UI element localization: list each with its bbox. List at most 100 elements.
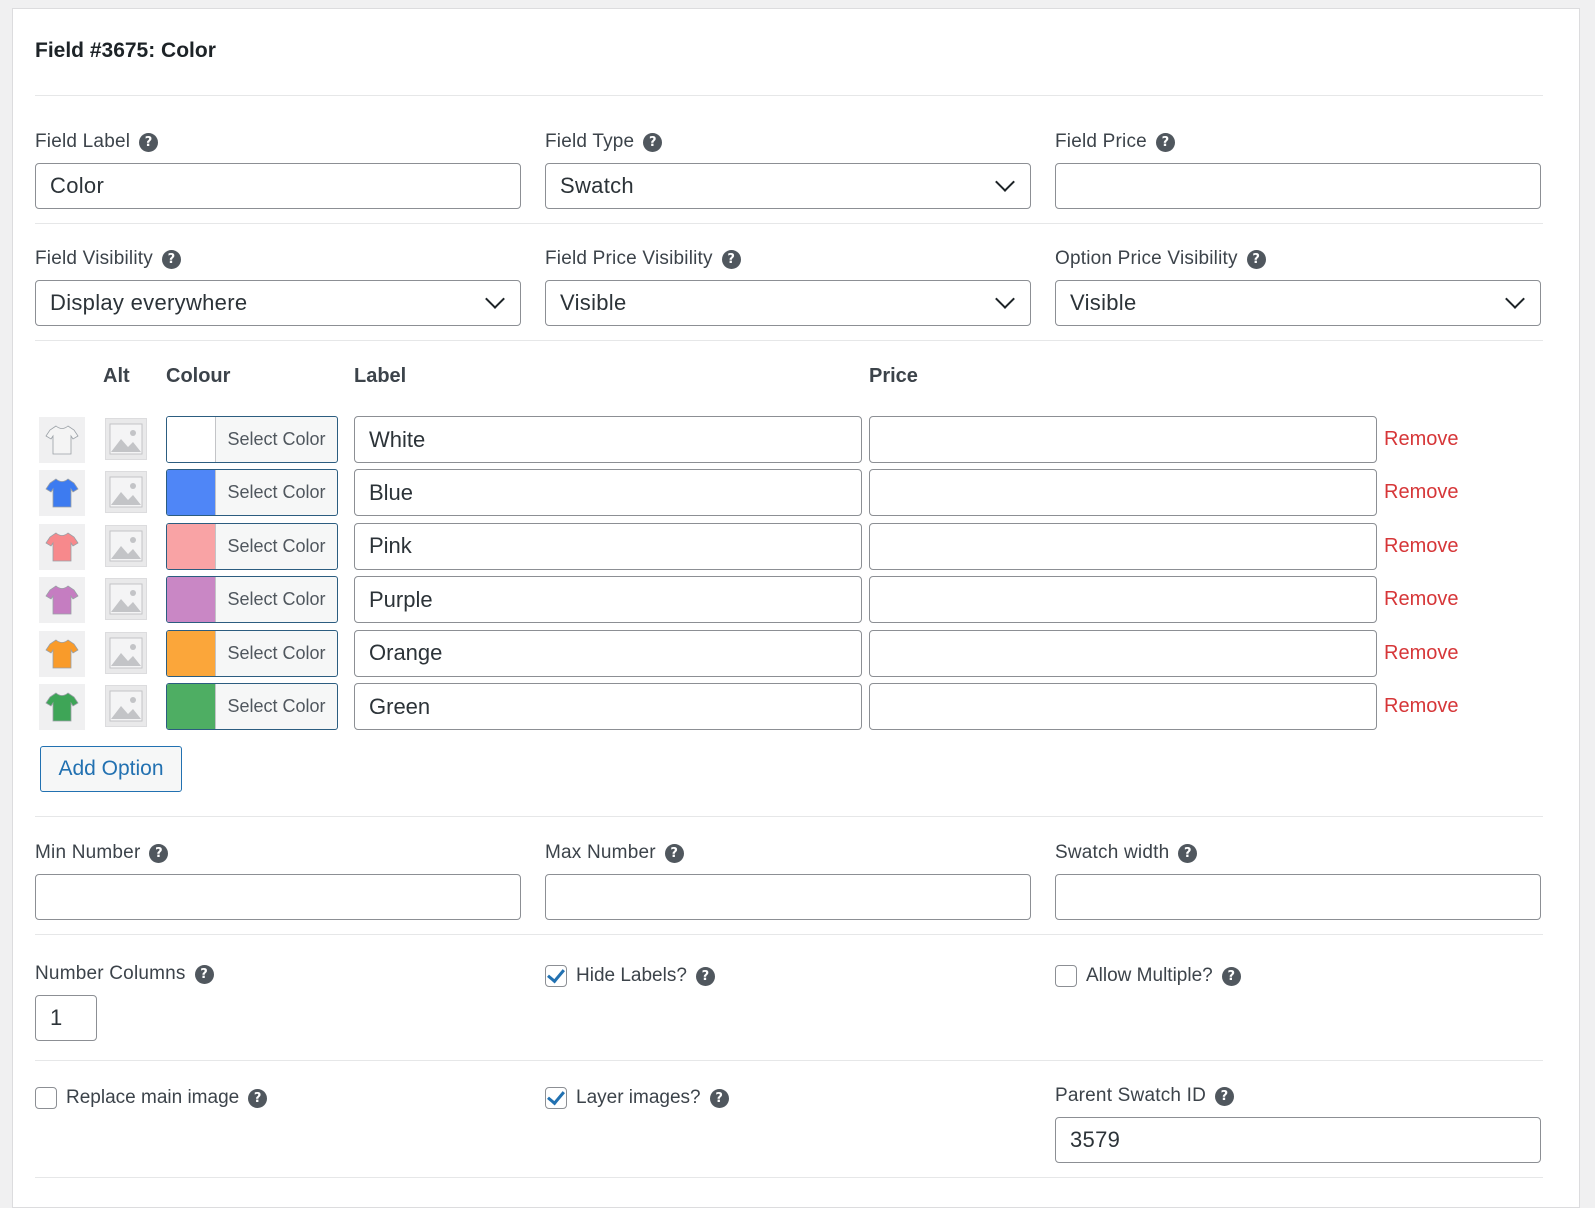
option-price-input[interactable] <box>869 523 1377 570</box>
help-icon[interactable]: ? <box>1215 1087 1234 1106</box>
colour-column-header: Colour <box>166 365 230 388</box>
alt-image-placeholder[interactable] <box>105 525 147 567</box>
remove-option-link[interactable]: Remove <box>1384 695 1458 718</box>
shirt-thumbnail[interactable] <box>39 417 85 463</box>
option-label-input[interactable]: Blue <box>354 469 862 516</box>
swatch-width-label: Swatch width <box>1055 842 1169 864</box>
option-label-input[interactable]: Purple <box>354 576 862 623</box>
parent-swatch-id-input[interactable]: 3579 <box>1055 1117 1541 1163</box>
tshirt-icon <box>44 582 80 618</box>
hide-labels-checkbox[interactable] <box>545 965 567 987</box>
alt-image-placeholder[interactable] <box>105 632 147 674</box>
field-visibility-label: Field Visibility <box>35 248 153 270</box>
select-color-button[interactable]: Select Color <box>166 469 338 516</box>
help-icon[interactable]: ? <box>139 133 158 152</box>
layer-images-group: Layer images? ? <box>545 1083 1031 1113</box>
color-chip <box>167 577 216 622</box>
remove-option-link[interactable]: Remove <box>1384 642 1458 665</box>
field-visibility-heading: Field Visibility? <box>35 246 521 272</box>
field-price-input[interactable] <box>1055 163 1541 209</box>
help-icon[interactable]: ? <box>665 844 684 863</box>
divider <box>35 934 1543 935</box>
shirt-thumbnail[interactable] <box>39 577 85 623</box>
remove-option-link[interactable]: Remove <box>1384 481 1458 504</box>
field-label-heading: Field Label? <box>35 129 521 155</box>
chevron-down-icon <box>1505 289 1525 309</box>
option-price-visibility-select[interactable]: Visible <box>1055 280 1541 326</box>
help-icon[interactable]: ? <box>1178 844 1197 863</box>
replace-main-image-label: Replace main image <box>66 1087 239 1109</box>
help-icon[interactable]: ? <box>696 967 715 986</box>
select-color-button[interactable]: Select Color <box>166 416 338 463</box>
option-price-input[interactable] <box>869 469 1377 516</box>
option-label-input[interactable]: White <box>354 416 862 463</box>
help-icon[interactable]: ? <box>710 1089 729 1108</box>
option-label-input[interactable]: Green <box>354 683 862 730</box>
allow-multiple-group: Allow Multiple? ? <box>1055 961 1541 991</box>
layer-images-label: Layer images? <box>576 1087 701 1109</box>
alt-image-placeholder[interactable] <box>105 685 147 727</box>
field-type-select[interactable]: Swatch <box>545 163 1031 209</box>
swatch-width-group: Swatch width? <box>1055 840 1541 920</box>
select-color-button[interactable]: Select Color <box>166 683 338 730</box>
remove-option-link[interactable]: Remove <box>1384 428 1458 451</box>
select-color-label: Select Color <box>216 684 337 729</box>
alt-image-placeholder[interactable] <box>105 418 147 460</box>
divider <box>35 223 1543 224</box>
image-placeholder-icon <box>106 472 146 512</box>
help-icon[interactable]: ? <box>722 250 741 269</box>
allow-multiple-checkbox[interactable] <box>1055 965 1077 987</box>
add-option-button[interactable]: Add Option <box>40 746 182 792</box>
option-price-input[interactable] <box>869 630 1377 677</box>
help-icon[interactable]: ? <box>1247 250 1266 269</box>
option-price-input[interactable] <box>869 416 1377 463</box>
option-label-input[interactable]: Orange <box>354 630 862 677</box>
field-price-visibility-select[interactable]: Visible <box>545 280 1031 326</box>
shirt-thumbnail[interactable] <box>39 470 85 516</box>
field-price-visibility-group: Field Price Visibility? Visible <box>545 246 1031 326</box>
image-placeholder-icon <box>106 419 146 459</box>
remove-option-link[interactable]: Remove <box>1384 588 1458 611</box>
allow-multiple-row: Allow Multiple? ? <box>1055 961 1541 991</box>
number-columns-group: Number Columns? 1 <box>35 961 521 1041</box>
min-number-input[interactable] <box>35 874 521 920</box>
option-price-input[interactable] <box>869 576 1377 623</box>
tshirt-icon <box>44 689 80 725</box>
swatch-width-heading: Swatch width? <box>1055 840 1541 866</box>
field-label-input[interactable]: Color <box>35 163 521 209</box>
help-icon[interactable]: ? <box>195 965 214 984</box>
help-icon[interactable]: ? <box>1222 967 1241 986</box>
field-price-visibility-heading: Field Price Visibility? <box>545 246 1031 272</box>
select-color-button[interactable]: Select Color <box>166 576 338 623</box>
select-color-label: Select Color <box>216 470 337 515</box>
max-number-input[interactable] <box>545 874 1031 920</box>
help-icon[interactable]: ? <box>643 133 662 152</box>
replace-main-image-checkbox[interactable] <box>35 1087 57 1109</box>
help-icon[interactable]: ? <box>1156 133 1175 152</box>
alt-image-placeholder[interactable] <box>105 471 147 513</box>
hide-labels-row: Hide Labels? ? <box>545 961 1031 991</box>
shirt-thumbnail[interactable] <box>39 631 85 677</box>
layer-images-checkbox[interactable] <box>545 1087 567 1109</box>
select-color-button[interactable]: Select Color <box>166 630 338 677</box>
remove-option-link[interactable]: Remove <box>1384 535 1458 558</box>
field-price-label: Field Price <box>1055 131 1147 153</box>
parent-swatch-id-group: Parent Swatch ID? 3579 <box>1055 1083 1541 1163</box>
alt-image-placeholder[interactable] <box>105 578 147 620</box>
select-color-button[interactable]: Select Color <box>166 523 338 570</box>
option-price-input[interactable] <box>869 683 1377 730</box>
shirt-thumbnail[interactable] <box>39 524 85 570</box>
option-label-input[interactable]: Pink <box>354 523 862 570</box>
parent-swatch-id-heading: Parent Swatch ID? <box>1055 1083 1541 1109</box>
swatch-width-input[interactable] <box>1055 874 1541 920</box>
number-columns-input[interactable]: 1 <box>35 995 97 1041</box>
hide-labels-label: Hide Labels? <box>576 965 687 987</box>
color-chip <box>167 470 216 515</box>
field-visibility-select[interactable]: Display everywhere <box>35 280 521 326</box>
help-icon[interactable]: ? <box>162 250 181 269</box>
shirt-thumbnail[interactable] <box>39 684 85 730</box>
divider <box>35 1177 1543 1178</box>
select-color-label: Select Color <box>216 577 337 622</box>
help-icon[interactable]: ? <box>248 1089 267 1108</box>
help-icon[interactable]: ? <box>149 844 168 863</box>
